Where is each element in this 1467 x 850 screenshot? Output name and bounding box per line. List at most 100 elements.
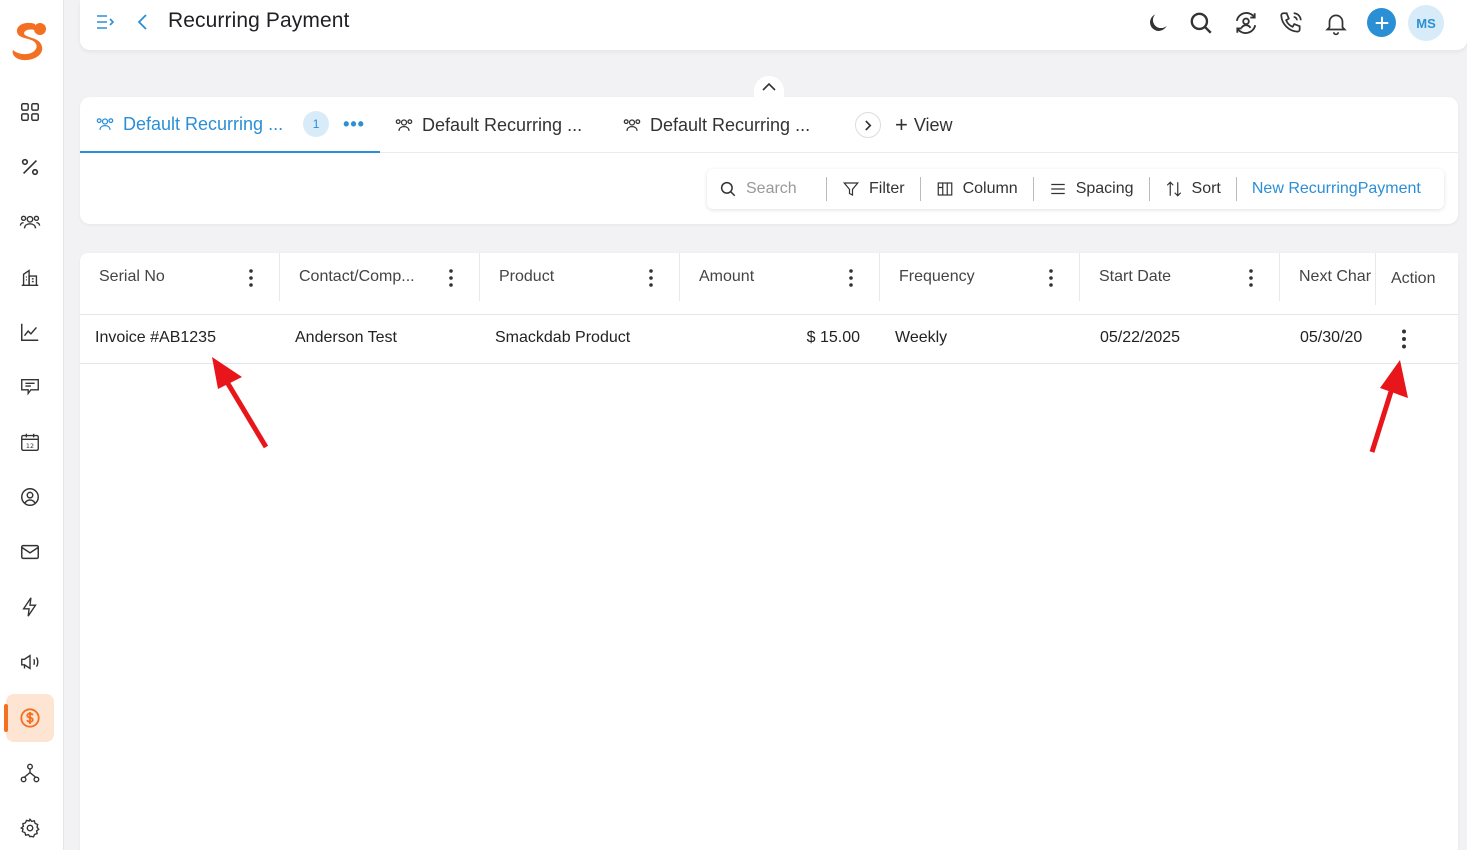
lightning-icon — [22, 597, 37, 617]
cell-serial-no[interactable]: Invoice #AB1235 — [95, 315, 216, 361]
cell-next-charge: 05/30/20 — [1300, 329, 1363, 346]
column-label: Column — [962, 180, 1018, 197]
column-header-amount[interactable]: Amount — [680, 253, 880, 301]
sidebar: 12 — [0, 0, 64, 850]
new-recurring-payment-button[interactable]: New RecurringPayment — [1237, 177, 1436, 201]
sort-button[interactable]: Sort — [1150, 177, 1237, 201]
cell-frequency: Weekly — [895, 329, 948, 346]
column-button[interactable]: Column — [921, 177, 1034, 201]
column-menu-icon[interactable] — [1049, 269, 1053, 287]
column-menu-icon[interactable] — [449, 269, 453, 287]
users-icon — [96, 118, 114, 130]
grid-icon — [21, 103, 39, 121]
menu-toggle-button[interactable] — [95, 12, 115, 32]
users-icon — [395, 119, 413, 131]
view-tab-label: Default Recurring ... — [650, 114, 811, 135]
search-input[interactable]: Search — [707, 177, 827, 201]
search-placeholder: Search — [746, 180, 797, 197]
recurring-payments-table: Serial No Contact/Comp... Product Amount… — [80, 253, 1458, 850]
view-tab-2[interactable]: Default Recurring ... — [394, 97, 582, 153]
column-menu-icon[interactable] — [649, 269, 653, 287]
users-icon — [623, 119, 641, 131]
collapse-panel-button[interactable] — [754, 76, 784, 98]
view-tab-label: Default Recurring ... — [422, 114, 583, 135]
view-tab-1[interactable]: Default Recurring ... 1 ••• — [80, 97, 380, 153]
spacing-button[interactable]: Spacing — [1034, 177, 1150, 201]
cell-product[interactable]: Smackdab Product — [495, 315, 630, 361]
row-actions-menu-icon[interactable] — [1402, 329, 1406, 349]
nav-profile[interactable] — [6, 473, 54, 521]
table-toolbar: Search Filter Column Spacing Sort New Re… — [707, 169, 1444, 209]
nav-deals[interactable] — [6, 363, 54, 411]
view-tab-3[interactable]: Default Recurring ... — [622, 97, 810, 153]
column-header-start-date[interactable]: Start Date — [1080, 253, 1280, 301]
users-icon — [19, 215, 41, 229]
search-icon — [720, 181, 736, 197]
nav-dashboard[interactable] — [6, 88, 54, 136]
nav-contacts[interactable] — [6, 198, 54, 246]
column-header-action: Action — [1375, 253, 1458, 305]
quick-add-button[interactable] — [1367, 8, 1396, 37]
sort-label: Sort — [1191, 180, 1221, 197]
view-tabs: Default Recurring ... 1 ••• Default Recu… — [80, 97, 1458, 153]
phone-icon — [1280, 12, 1302, 33]
cell-start-date: 05/22/2025 — [1100, 329, 1181, 346]
nav-reports[interactable] — [6, 308, 54, 356]
column-header-label: Serial No — [99, 268, 165, 285]
filter-icon — [842, 182, 860, 196]
nav-workflow[interactable] — [6, 749, 54, 797]
column-header-contact[interactable]: Contact/Comp... — [280, 253, 480, 301]
moon-icon — [1150, 14, 1167, 31]
gear-icon — [20, 818, 40, 838]
column-header-label: Frequency — [899, 268, 975, 285]
nav-discounts[interactable] — [6, 143, 54, 191]
tabs-scroll-right-button[interactable] — [855, 112, 881, 138]
column-header-frequency[interactable]: Frequency — [880, 253, 1080, 301]
user-sync-button[interactable] — [1232, 9, 1260, 37]
nav-calendar[interactable]: 12 — [6, 418, 54, 466]
top-header: Recurring Payment MS — [80, 0, 1467, 50]
column-header-label: Amount — [699, 268, 755, 285]
column-header-label: Next Char — [1299, 268, 1372, 285]
mail-icon — [21, 544, 39, 560]
nav-automation[interactable] — [6, 583, 54, 631]
column-header-serial-no[interactable]: Serial No — [80, 253, 280, 301]
user-refresh-icon — [1235, 12, 1257, 34]
app-logo[interactable] — [9, 20, 49, 62]
table-row[interactable]: Invoice #AB1235 Anderson Test Smackdab P… — [80, 315, 1458, 364]
add-view-button[interactable]: + View — [895, 97, 953, 153]
table-header: Serial No Contact/Comp... Product Amount… — [80, 253, 1458, 315]
column-menu-icon[interactable] — [1249, 269, 1253, 287]
nav-campaigns[interactable] — [6, 638, 54, 686]
search-icon — [1190, 12, 1212, 34]
views-panel: Default Recurring ... 1 ••• Default Recu… — [80, 97, 1458, 224]
building-icon — [21, 269, 39, 286]
view-tab-more-button[interactable]: ••• — [343, 114, 365, 135]
nav-payments[interactable] — [4, 694, 54, 742]
add-view-label: View — [913, 114, 953, 135]
nav-email[interactable] — [6, 528, 54, 576]
spacing-label: Spacing — [1075, 180, 1134, 197]
nav-settings[interactable] — [6, 804, 54, 850]
bell-icon — [1325, 14, 1347, 36]
notifications-button[interactable] — [1322, 9, 1350, 37]
column-header-product[interactable]: Product — [480, 253, 680, 301]
plus-icon: + — [895, 112, 908, 137]
column-menu-icon[interactable] — [849, 269, 853, 287]
phone-button[interactable] — [1277, 9, 1305, 37]
column-header-next-charge[interactable]: Next Char — [1280, 253, 1380, 301]
dark-mode-button[interactable] — [1144, 9, 1172, 37]
user-avatar[interactable]: MS — [1408, 5, 1444, 41]
column-menu-icon[interactable] — [249, 269, 253, 287]
view-tab-label: Default Recurring ... — [123, 113, 284, 134]
columns-icon — [937, 182, 952, 196]
search-button[interactable] — [1187, 9, 1215, 37]
user-circle-icon — [21, 488, 39, 506]
chevron-left-icon — [137, 14, 147, 30]
nav-companies[interactable] — [6, 253, 54, 301]
percent-icon — [21, 158, 39, 176]
plus-icon — [1375, 16, 1388, 29]
filter-button[interactable]: Filter — [827, 177, 921, 201]
cell-contact[interactable]: Anderson Test — [295, 315, 397, 361]
back-button[interactable] — [135, 12, 151, 32]
